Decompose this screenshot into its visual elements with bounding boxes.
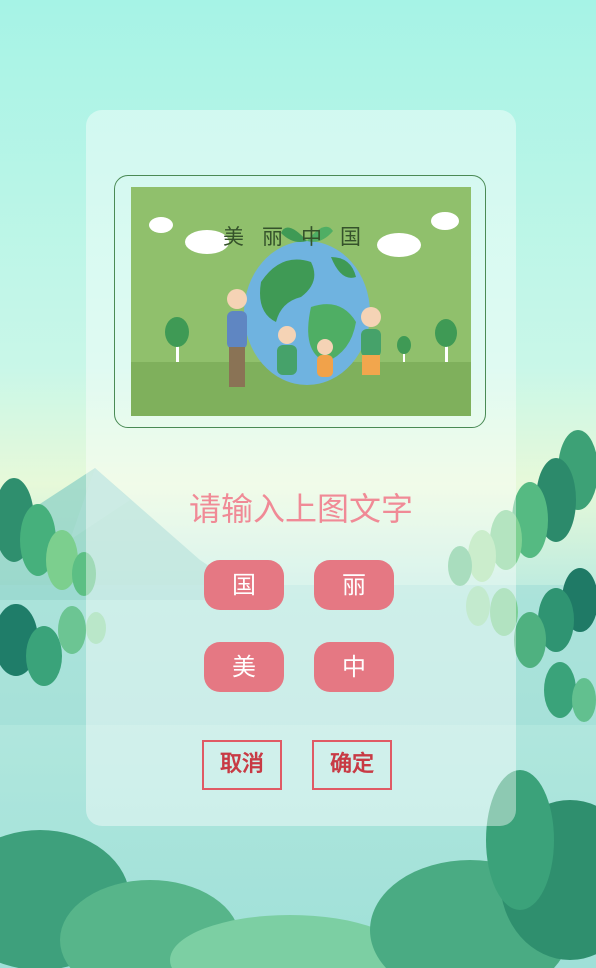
captcha-image: 美丽中国: [131, 187, 471, 416]
char-button-2[interactable]: 丽: [314, 560, 394, 610]
captcha-prompt: 请输入上图文字: [188, 490, 413, 528]
char-button-4[interactable]: 中: [314, 642, 394, 692]
cancel-button[interactable]: 取消: [202, 740, 282, 790]
char-button-3[interactable]: 美: [204, 642, 284, 692]
char-button-1[interactable]: 国: [204, 560, 284, 610]
confirm-button[interactable]: 确定: [312, 740, 392, 790]
captcha-title: 美丽中国: [223, 225, 379, 249]
